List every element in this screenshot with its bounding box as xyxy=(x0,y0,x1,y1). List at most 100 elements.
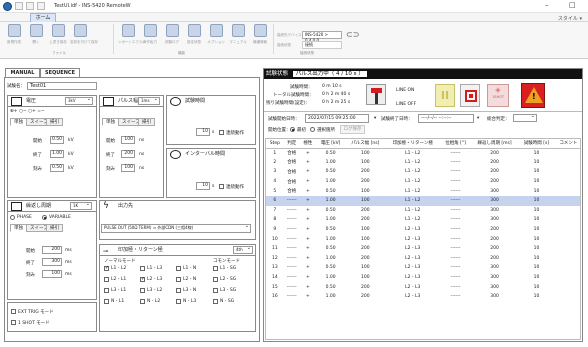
common-mode-checkbox[interactable] xyxy=(213,299,218,304)
column-header[interactable]: 電圧 [kV] xyxy=(315,139,346,149)
new-button[interactable]: 新規作成 xyxy=(4,24,24,48)
table-row[interactable]: 6 ------ +1.00 100 L1 - L2 ------ 300 10 xyxy=(266,195,580,206)
column-header[interactable]: Step xyxy=(266,139,284,149)
normal-mode-checkbox[interactable] xyxy=(104,277,109,282)
pulse-range-select[interactable]: 1ms xyxy=(138,96,160,105)
voltage-range-select[interactable]: 3kV xyxy=(65,96,93,105)
table-row[interactable]: 8 ------ +1.00 200 L1 - L2 ------ 300 10 xyxy=(266,215,580,225)
import-export-button[interactable]: ンポートエクスポート xyxy=(118,24,153,48)
table-row[interactable]: 5 合格 +0.50 100 L1 - L2 ------ 300 10 xyxy=(266,186,580,196)
interval-continuous-checkbox[interactable] xyxy=(219,184,224,189)
table-row[interactable]: 10 ------ +1.00 100 L2 - L3 ------ 200 10 xyxy=(266,234,580,244)
position-selected-radio[interactable] xyxy=(310,127,315,132)
column-header[interactable]: パルス幅 [ns] xyxy=(345,139,386,149)
minimize-button[interactable]: – xyxy=(545,1,549,9)
emergency-button[interactable]: ! xyxy=(521,83,545,108)
voltage-tab-scan[interactable]: 掃引 xyxy=(46,118,63,126)
one-shot-checkbox[interactable] xyxy=(11,320,16,325)
quick-save-icon[interactable] xyxy=(15,2,23,10)
pulse-tab-single[interactable]: 単独 xyxy=(102,118,119,126)
device-info-button[interactable]: 機種情報 xyxy=(250,24,270,48)
table-row[interactable]: 1 合格 +0.50 100 L1 - L2 ------ 200 10 xyxy=(266,148,580,158)
device-select[interactable]: INS-5420 > 0.4.0.0 xyxy=(302,31,342,43)
save-as-button[interactable]: 名前を付けて保存 xyxy=(70,24,98,48)
table-row[interactable]: 2 合格 +1.00 100 L1 - L2 ------ 200 10 xyxy=(266,158,580,168)
pulse-end-input[interactable]: 200 xyxy=(121,150,135,158)
interval-input[interactable]: 10 xyxy=(196,182,210,190)
test-time-input[interactable]: 10 xyxy=(196,128,210,136)
normal-mode-checkbox[interactable] xyxy=(176,299,181,304)
save-log-button[interactable]: ログ保存 xyxy=(340,125,365,134)
normal-mode-checkbox[interactable] xyxy=(140,266,145,271)
quick-undo-icon[interactable] xyxy=(26,2,34,10)
column-header[interactable]: 繰返し周期 [ms] xyxy=(470,139,519,149)
electrode-range-select[interactable]: 4th xyxy=(233,245,253,254)
calendar-icon[interactable]: ▾ xyxy=(477,116,479,121)
column-header[interactable]: 判定 xyxy=(283,139,300,149)
table-row[interactable]: 13 ------ +0.50 100 L2 - L3 ------ 300 10 xyxy=(266,263,580,273)
voltage-step-input[interactable]: 0.50 xyxy=(50,164,64,172)
normal-mode-checkbox[interactable] xyxy=(176,288,181,293)
pulse-step-input[interactable]: 100 xyxy=(121,164,135,172)
normal-mode-checkbox[interactable] xyxy=(176,266,181,271)
normal-mode-checkbox[interactable] xyxy=(140,299,145,304)
period-start-input[interactable]: 200 xyxy=(42,246,62,254)
table-row[interactable]: 15 ------ +0.50 200 L2 - L3 ------ 300 10 xyxy=(266,282,580,292)
polarity-options[interactable]: ⊕+ ○− ○+ =− xyxy=(10,109,45,114)
period-tab-scan[interactable]: 掃引 xyxy=(46,224,63,232)
period-end-input[interactable]: 300 xyxy=(42,258,62,266)
test-time-continuous-checkbox[interactable] xyxy=(219,130,224,135)
table-row[interactable]: 7 ------ +0.50 200 L1 - L2 ------ 300 10 xyxy=(266,206,580,216)
maximize-button[interactable]: □ xyxy=(569,1,576,9)
column-header[interactable]: 試験時間 [s] xyxy=(518,139,555,149)
table-row[interactable]: 16 ------ +1.00 200 L2 - L3 ------ 300 10 xyxy=(266,292,580,302)
position-first-radio[interactable] xyxy=(290,127,295,132)
ext-trig-checkbox[interactable] xyxy=(11,309,16,314)
test-log-button[interactable]: 試験ログ xyxy=(162,24,182,48)
common-mode-checkbox[interactable] xyxy=(213,288,218,293)
table-row[interactable]: 12 ------ +1.00 200 L2 - L3 ------ 200 10 xyxy=(266,254,580,264)
pulse-start-input[interactable]: 100 xyxy=(121,136,135,144)
period-range-select[interactable]: 1K xyxy=(70,201,92,210)
period-tab-single[interactable]: 単独 xyxy=(10,224,27,232)
table-row[interactable]: 11 ------ +0.50 200 L2 - L3 ------ 200 10 xyxy=(266,244,580,254)
quick-menu-icon[interactable] xyxy=(37,2,45,10)
options-button[interactable]: オプション xyxy=(206,24,226,48)
tab-manual[interactable]: MANUAL xyxy=(5,68,40,77)
column-header[interactable]: 極性 xyxy=(299,139,316,149)
normal-mode-checkbox[interactable] xyxy=(176,277,181,282)
normal-mode-checkbox[interactable] xyxy=(140,288,145,293)
common-mode-checkbox[interactable] xyxy=(213,277,218,282)
pause-button[interactable]: II xyxy=(435,84,455,107)
column-header[interactable]: コメント xyxy=(554,139,580,149)
test-name-input[interactable]: Test01 xyxy=(27,82,97,90)
voltage-tab-single[interactable]: 単独 xyxy=(10,118,27,126)
line-switch[interactable] xyxy=(366,84,386,105)
style-menu[interactable]: スタイル ▾ xyxy=(558,15,582,22)
column-header[interactable]: 印加極・リターン極 xyxy=(385,139,441,149)
save-button[interactable]: 上書き保存 xyxy=(48,24,68,48)
open-button[interactable]: 開く xyxy=(26,24,46,48)
table-row[interactable]: 14 ------ +1.00 100 L2 - L3 ------ 300 10 xyxy=(266,273,580,283)
one-shot-button[interactable]: ◈ 1SHOT xyxy=(487,84,509,107)
period-step-input[interactable]: 100 xyxy=(42,270,62,278)
column-header[interactable]: 位相角 [°] xyxy=(440,139,471,149)
normal-mode-checkbox[interactable] xyxy=(104,265,109,271)
manual-button[interactable]: マニュアル xyxy=(228,24,248,48)
normal-mode-checkbox[interactable] xyxy=(140,276,145,282)
overall-judge-select[interactable] xyxy=(513,113,537,122)
calendar-icon[interactable]: ▾ xyxy=(374,116,376,121)
tab-sequence[interactable]: SEQUENCE xyxy=(40,68,80,77)
phase-radio[interactable] xyxy=(10,215,15,220)
table-row[interactable]: 3 合格 +0.50 200 L1 - L2 ------ 200 10 xyxy=(266,167,580,177)
tab-home[interactable]: ホーム xyxy=(30,13,56,22)
variable-radio[interactable] xyxy=(42,215,47,220)
normal-mode-checkbox[interactable] xyxy=(104,288,109,293)
output-select[interactable]: PULSE OUT (50Ω TERM) ⇒ 外部CDN (三相4線) xyxy=(101,223,251,233)
common-mode-checkbox[interactable] xyxy=(213,266,218,271)
log-output-button[interactable]: ログ出力 xyxy=(140,24,160,48)
table-row[interactable]: 9 ------ +0.50 100 L2 - L3 ------ 200 10 xyxy=(266,225,580,235)
connect-icon[interactable]: ⊂⊃ xyxy=(346,30,359,39)
table-row[interactable]: 4 合格 +1.00 200 L1 - L2 ------ 200 10 xyxy=(266,177,580,187)
normal-mode-checkbox[interactable] xyxy=(104,299,109,304)
